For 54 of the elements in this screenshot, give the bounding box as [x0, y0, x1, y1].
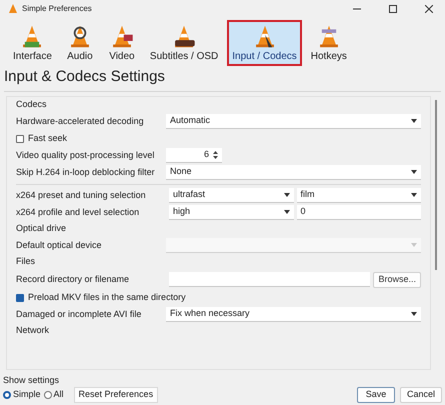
page-heading: Input & Codecs Settings [3, 66, 166, 87]
caret-icon [411, 243, 417, 247]
checkbox-label: Preload MKV files in the same directory [28, 290, 186, 304]
caret-icon [284, 193, 290, 197]
close-icon[interactable] [425, 5, 433, 13]
path-field[interactable] [169, 272, 370, 287]
category-tab[interactable]: Hotkeys [306, 20, 352, 66]
reset-preferences-button[interactable]: Reset Preferences [74, 387, 158, 403]
category-tab[interactable]: Input / Codecs [227, 20, 302, 66]
caret-icon [411, 119, 417, 123]
text-field[interactable]: 0 [296, 205, 421, 220]
checkbox-label: Fast seek [28, 132, 68, 145]
spin-arrows-icon [213, 151, 218, 159]
radio-button[interactable] [3, 391, 11, 399]
category-tab[interactable]: Interface [8, 20, 57, 66]
section-title: Files [16, 255, 36, 268]
caret-icon [411, 193, 417, 197]
save-button[interactable]: Save [357, 387, 395, 403]
radio-button[interactable] [44, 391, 52, 399]
caret-icon [411, 312, 417, 316]
browse-button[interactable]: Browse... [373, 272, 421, 288]
caret-icon [411, 170, 417, 174]
maximize-icon[interactable] [389, 5, 397, 13]
setting-label: Skip H.264 in-loop deblocking filter [16, 166, 156, 179]
setting-label: Default optical device [16, 238, 103, 252]
checkbox[interactable] [16, 294, 24, 302]
dropdown[interactable]: Fix when necessary [166, 307, 421, 322]
category-tab[interactable]: Video [102, 20, 141, 66]
show-settings-label: Show settings [3, 374, 60, 387]
traffic-cone-icon [8, 4, 18, 14]
category-tab[interactable]: Subtitles / OSD [144, 20, 224, 66]
radio-label: All [54, 388, 64, 402]
checkbox[interactable] [16, 134, 24, 142]
section-title: Optical drive [16, 222, 66, 236]
section-title: Network [16, 324, 50, 338]
setting-label: Record directory or filename [16, 272, 130, 286]
setting-label: x264 preset and tuning selection [16, 188, 147, 202]
caret-icon [284, 210, 290, 214]
section-title: Codecs [16, 98, 47, 112]
dropdown[interactable]: film [296, 188, 421, 203]
setting-label: Hardware-accelerated decoding [16, 114, 145, 128]
window-title: Simple Preferences [22, 3, 92, 15]
setting-label: Damaged or incomplete AVI file [16, 308, 142, 321]
scrollbar[interactable] [435, 100, 437, 270]
dropdown[interactable]: Automatic [166, 114, 421, 129]
spin-box[interactable]: 6 [166, 148, 222, 163]
radio-label: Simple [13, 388, 41, 402]
setting-label: Video quality post-processing level [16, 148, 156, 162]
dropdown[interactable]: ultrafast [169, 188, 294, 203]
category-tab[interactable]: Audio [60, 20, 99, 66]
dropdown[interactable]: None [166, 165, 421, 180]
cancel-button[interactable]: Cancel [400, 387, 442, 403]
dropdown[interactable]: high [169, 205, 294, 220]
setting-label: x264 profile and level selection [16, 206, 140, 219]
